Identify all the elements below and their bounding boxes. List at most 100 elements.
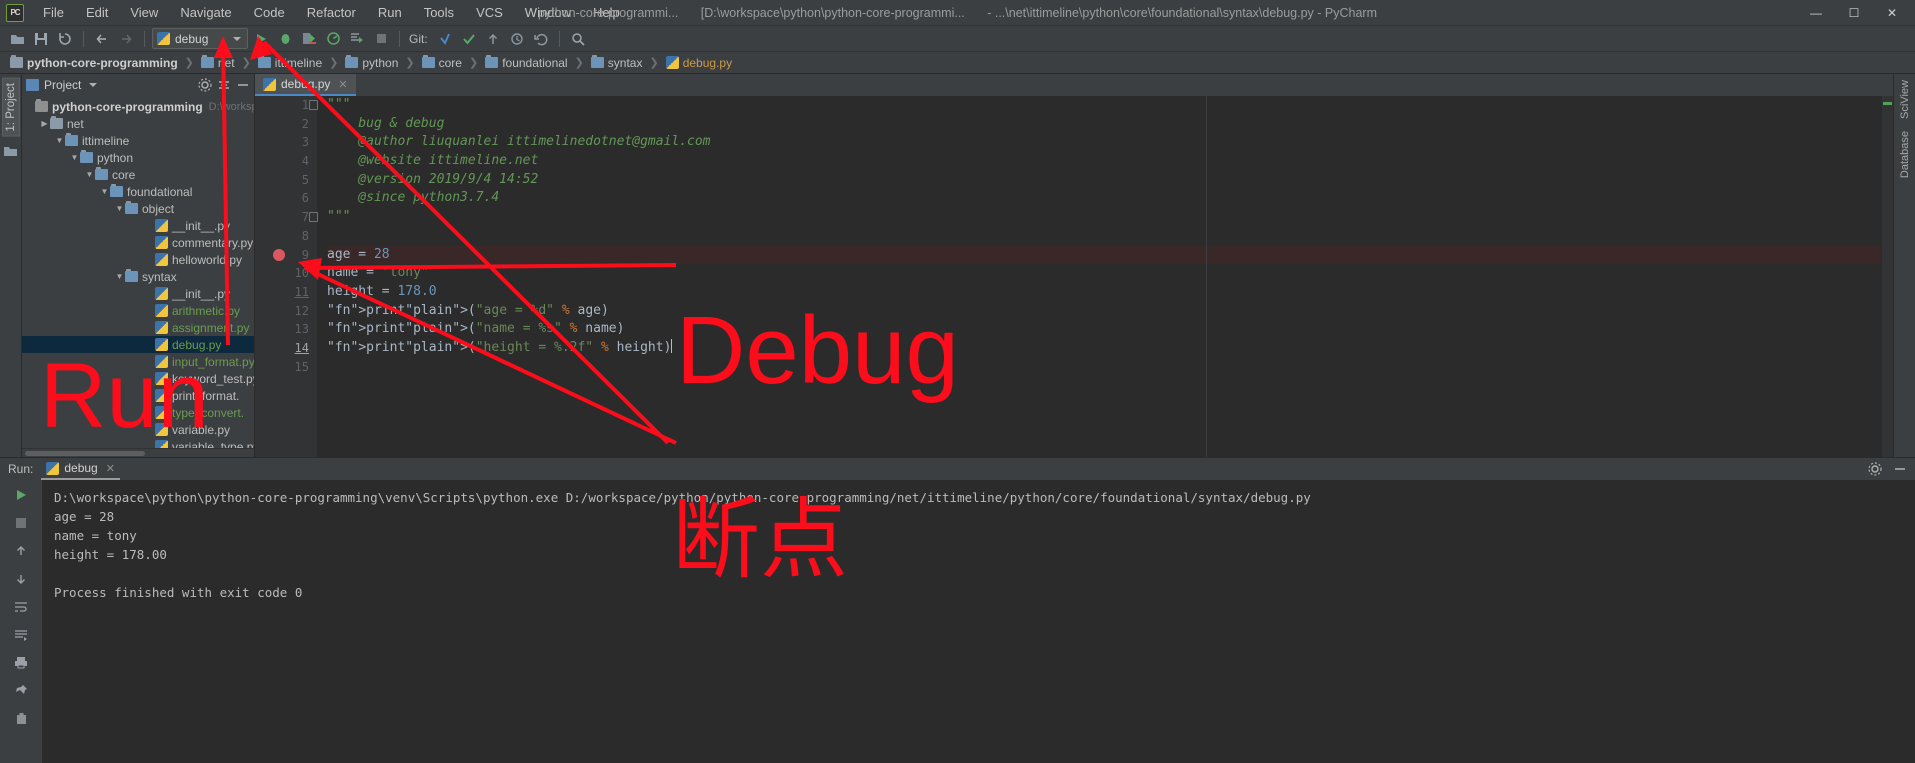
commit-icon[interactable] (458, 28, 480, 50)
gutter-line-number[interactable]: 1 (255, 96, 318, 115)
gear-icon[interactable] (197, 78, 212, 93)
breakpoint-icon[interactable] (273, 248, 285, 261)
gutter-line-number[interactable]: 14 (255, 339, 317, 358)
code-content[interactable]: """ bug & debug @author liuquanlei ittim… (317, 96, 1881, 457)
tree-row[interactable]: commentary.py (22, 234, 254, 251)
print-icon[interactable] (12, 653, 31, 672)
gutter-line-number[interactable]: 10 (255, 264, 317, 283)
gutter-line-number[interactable]: 15 (255, 358, 317, 377)
menu-window[interactable]: Window (514, 2, 582, 23)
tree-row[interactable]: python-core-programming D:\workspace\py (22, 98, 254, 115)
close-icon[interactable]: ✕ (338, 78, 347, 91)
rollback-icon[interactable] (530, 28, 552, 50)
code-line[interactable]: @website ittimeline.net (327, 152, 1881, 171)
breadcrumb-item-0[interactable]: python-core-programming (8, 55, 180, 70)
run-configuration-selector[interactable]: debug (152, 28, 248, 49)
scroll-to-end-icon[interactable] (12, 625, 31, 644)
sidebar-item-sciview[interactable]: SciView (1897, 78, 1913, 121)
maximize-button[interactable]: ☐ (1835, 1, 1873, 25)
chevron-down-icon[interactable]: ▼ (114, 200, 125, 217)
gear-icon[interactable] (1867, 462, 1882, 477)
gutter-line-number[interactable]: 9 (255, 246, 317, 265)
menu-file[interactable]: File (32, 2, 75, 23)
menu-navigate[interactable]: Navigate (169, 2, 242, 23)
trash-icon[interactable] (12, 709, 31, 728)
tree-row[interactable]: __init__.py (22, 217, 254, 234)
menu-vcs[interactable]: VCS (465, 2, 514, 23)
code-line[interactable]: @since python3.7.4 (327, 189, 1881, 208)
tree-row[interactable]: ▼ python (22, 149, 254, 166)
structure-icon[interactable] (3, 143, 18, 158)
code-line[interactable]: "fn">print"plain">("age = %d" % age) (327, 302, 1881, 321)
menu-view[interactable]: View (119, 2, 169, 23)
tree-row[interactable]: type_convert. (22, 404, 254, 421)
chevron-down-icon[interactable]: ▼ (54, 132, 65, 149)
rerun-icon[interactable] (12, 485, 31, 504)
save-all-icon[interactable] (30, 28, 52, 50)
tree-row[interactable]: ▶ net (22, 115, 254, 132)
code-line[interactable]: height = 178.0 (327, 283, 1881, 302)
breadcrumb-item-1[interactable]: net (199, 55, 237, 70)
run-tab-debug[interactable]: debug ✕ (41, 458, 120, 480)
code-line[interactable]: age = 28 (327, 245, 1881, 265)
search-everywhere-icon[interactable] (567, 28, 589, 50)
menu-edit[interactable]: Edit (75, 2, 119, 23)
breadcrumb-item-4[interactable]: core (420, 55, 464, 70)
minimize-button[interactable]: — (1797, 1, 1835, 25)
sidebar-item-database[interactable]: Database (1897, 129, 1913, 180)
menu-tools[interactable]: Tools (413, 2, 465, 23)
chevron-right-icon[interactable]: ▶ (39, 115, 50, 132)
breadcrumb-item-6[interactable]: syntax (589, 55, 645, 70)
tree-row[interactable]: __init__.py (22, 285, 254, 302)
down-arrow-icon[interactable] (12, 569, 31, 588)
code-line[interactable] (327, 358, 1881, 377)
chevron-down-icon[interactable]: ▼ (69, 149, 80, 166)
hide-icon[interactable] (235, 78, 250, 93)
stop-icon[interactable] (370, 28, 392, 50)
chevron-down-icon[interactable]: ▼ (84, 166, 95, 183)
gutter-line-number[interactable]: 13 (255, 320, 317, 339)
up-arrow-icon[interactable] (12, 541, 31, 560)
attach-icon[interactable] (346, 28, 368, 50)
project-tree-hscrollbar[interactable] (22, 448, 254, 457)
menu-run[interactable]: Run (367, 2, 413, 23)
menu-help[interactable]: Help (582, 2, 631, 23)
tree-row[interactable]: assignment.py (22, 319, 254, 336)
console-output[interactable]: D:\workspace\python\python-core-programm… (42, 480, 1915, 763)
hide-icon[interactable] (1892, 462, 1907, 477)
close-button[interactable]: ✕ (1873, 1, 1911, 25)
editor-gutter[interactable]: 1 2 3 4 5 6 7 8 9 10 11 12 13 14 15 (255, 96, 318, 457)
tree-row[interactable]: ▼ core (22, 166, 254, 183)
chevron-down-icon[interactable]: ▼ (99, 183, 110, 200)
gutter-line-number[interactable]: 4 (255, 152, 317, 171)
tree-row[interactable]: print_format. (22, 387, 254, 404)
chevron-down-icon[interactable]: ▼ (114, 268, 125, 285)
code-line[interactable]: "fn">print"plain">("name = %s" % name) (327, 320, 1881, 339)
gutter-line-number[interactable]: 6 (255, 189, 317, 208)
gutter-line-number[interactable]: 2 (255, 115, 317, 134)
sync-icon[interactable] (54, 28, 76, 50)
tree-row[interactable]: ▼ foundational (22, 183, 254, 200)
debug-icon[interactable] (274, 28, 296, 50)
chevron-down-icon[interactable] (89, 83, 98, 87)
tree-row[interactable]: helloworld.py (22, 251, 254, 268)
tree-row[interactable]: ▼ syntax (22, 268, 254, 285)
code-line[interactable]: """ (327, 96, 1881, 115)
tree-row[interactable]: keyword_test.py (22, 370, 254, 387)
code-line[interactable]: @version 2019/9/4 14:52 (327, 171, 1881, 190)
menu-refactor[interactable]: Refactor (296, 2, 367, 23)
breadcrumb-item-5[interactable]: foundational (483, 55, 569, 70)
editor-marker-bar[interactable] (1881, 96, 1893, 457)
pin-icon[interactable] (12, 681, 31, 700)
code-line[interactable]: bug & debug (327, 115, 1881, 134)
run-icon[interactable] (250, 28, 272, 50)
update-project-icon[interactable] (434, 28, 456, 50)
forward-icon[interactable] (115, 28, 137, 50)
gutter-line-number[interactable]: 7 (255, 208, 318, 227)
history-icon[interactable] (506, 28, 528, 50)
profile-icon[interactable] (322, 28, 344, 50)
breadcrumb-item-7[interactable]: debug.py (664, 56, 734, 70)
tree-row[interactable]: variable_type.py (22, 438, 254, 448)
editor-tab-debug[interactable]: debug.py ✕ (255, 74, 356, 96)
code-line[interactable]: name = "tony" (327, 264, 1881, 283)
